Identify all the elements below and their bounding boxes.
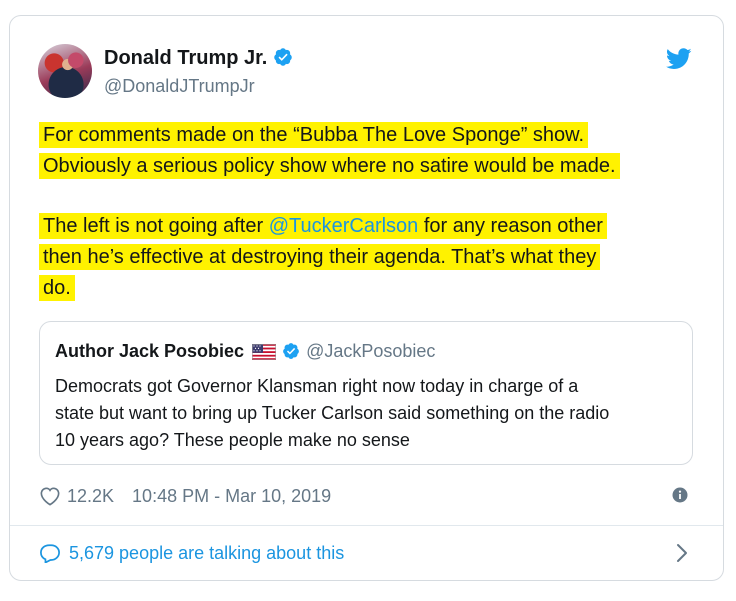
quoted-author-handle[interactable]: @JackPosobiec xyxy=(306,341,435,361)
author-avatar[interactable] xyxy=(38,44,92,98)
tweet-meta: 12.2K 10:48 PM - Mar 10, 2019 xyxy=(39,484,331,508)
quoted-tweet-header: Author Jack Posobiec @JackPosobiec xyxy=(55,341,435,365)
tweet-line: Obviously a serious policy show where no… xyxy=(39,153,620,179)
author-handle[interactable]: @DonaldJTrumpJr xyxy=(104,76,255,97)
quoted-tweet-body: Democrats got Governor Klansman right no… xyxy=(55,373,675,454)
tweet-line: then he’s effective at destroying their … xyxy=(39,244,601,270)
us-flag-icon xyxy=(252,344,277,365)
chevron-right-icon[interactable] xyxy=(676,543,688,568)
verified-badge-icon xyxy=(273,47,293,73)
quoted-line: Democrats got Governor Klansman right no… xyxy=(55,376,579,396)
quoted-tweet[interactable]: Author Jack Posobiec @JackPosobiec Democr… xyxy=(39,321,693,465)
quoted-author-name[interactable]: Author Jack Posobiec xyxy=(55,341,244,361)
talking-about-link[interactable]: 5,679 people are talking about this xyxy=(39,541,344,565)
tweet-body: For comments made on the “Bubba The Love… xyxy=(39,120,709,304)
tweet-line-text: for any reason other xyxy=(418,215,603,237)
tweet-line: The left is not going after @TuckerCarls… xyxy=(39,213,607,239)
quoted-line: state but want to bring up Tucker Carlso… xyxy=(55,403,610,423)
tweet-line: For comments made on the “Bubba The Love… xyxy=(39,122,589,148)
tweet-line: do. xyxy=(39,275,75,301)
verified-badge-icon xyxy=(282,342,300,365)
heart-icon[interactable] xyxy=(39,486,61,506)
talking-about-text[interactable]: 5,679 people are talking about this xyxy=(69,543,344,564)
divider xyxy=(10,525,723,526)
twitter-bird-icon[interactable] xyxy=(665,48,692,75)
author-name[interactable]: Donald Trump Jr. xyxy=(104,47,293,73)
mention-link[interactable]: @TuckerCarlson xyxy=(269,215,419,237)
tweet-line-text: The left is not going after xyxy=(43,215,269,237)
tweet-timestamp[interactable]: 10:48 PM - Mar 10, 2019 xyxy=(132,486,331,507)
info-icon[interactable] xyxy=(672,487,688,508)
speech-bubble-icon xyxy=(39,543,61,563)
author-name-text[interactable]: Donald Trump Jr. xyxy=(104,47,267,69)
quoted-line: 10 years ago? These people make no sense xyxy=(55,430,410,450)
like-count[interactable]: 12.2K xyxy=(67,486,114,507)
